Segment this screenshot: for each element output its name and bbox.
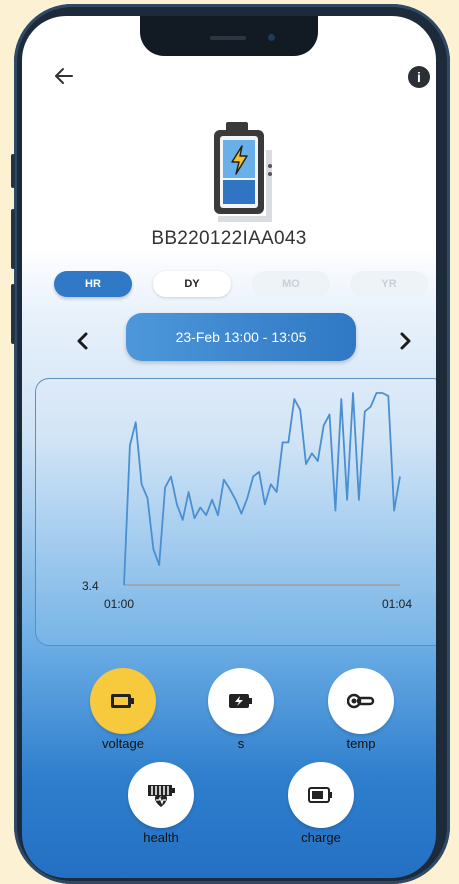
notch: [140, 16, 318, 56]
battery-charge-icon: [308, 787, 332, 803]
metric-label: temp: [346, 736, 376, 751]
previous-period-button[interactable]: [72, 330, 94, 352]
charging-battery-icon: [206, 120, 276, 232]
metric-s[interactable]: s: [206, 668, 276, 751]
y-tick-label: 3.4: [82, 579, 99, 593]
volume-down-button: [11, 284, 15, 344]
tab-month[interactable]: MO: [252, 271, 330, 297]
tab-day[interactable]: DY: [153, 271, 231, 297]
battery-health-icon: [148, 785, 175, 807]
tab-year[interactable]: YR: [350, 271, 428, 297]
series-group: [123, 392, 401, 586]
battery-icon: [111, 694, 134, 708]
metric-charge-circle: [288, 762, 354, 828]
app-screen: i BB220122IAA043 HR DY MO YR 23-Feb 13:0…: [22, 16, 436, 878]
chart-canvas: 3.4 01:00 01:04: [82, 392, 412, 611]
metric-voltage[interactable]: voltage: [88, 668, 158, 751]
battery-charging-icon: [229, 694, 252, 708]
metric-label: health: [143, 830, 179, 845]
volume-up-button: [11, 209, 15, 269]
info-icon[interactable]: i: [408, 66, 430, 88]
back-button[interactable]: [52, 64, 76, 88]
metric-health[interactable]: health: [126, 762, 196, 845]
metric-charge[interactable]: charge: [286, 762, 356, 845]
metric-label: s: [237, 736, 245, 751]
thermometer-icon: [347, 693, 375, 709]
x-tick-start: 01:00: [104, 597, 134, 611]
chevron-left-icon: [77, 332, 88, 350]
device-id: BB220122IAA043: [151, 228, 307, 249]
date-range-selector[interactable]: 23-Feb 13:00 - 13:05: [126, 313, 356, 361]
metric-s-circle: [208, 668, 274, 734]
mute-switch: [11, 154, 15, 188]
front-camera: [268, 34, 275, 41]
metric-temp[interactable]: temp: [326, 668, 396, 751]
metric-voltage-circle: [90, 668, 156, 734]
x-tick-end: 01:04: [382, 597, 412, 611]
metric-label: charge: [301, 830, 341, 845]
voltage-series-line: [123, 392, 401, 586]
speaker: [210, 36, 246, 40]
metric-label: voltage: [102, 736, 144, 751]
metric-temp-circle: [328, 668, 394, 734]
tab-hour[interactable]: HR: [54, 271, 132, 297]
next-period-button[interactable]: [394, 330, 416, 352]
voltage-chart: 3.4 01:00 01:04: [35, 378, 436, 646]
arrow-left-icon: [55, 68, 73, 84]
metric-health-circle: [128, 762, 194, 828]
range-tabs: HR DY MO YR: [22, 271, 436, 297]
chevron-right-icon: [400, 332, 411, 350]
